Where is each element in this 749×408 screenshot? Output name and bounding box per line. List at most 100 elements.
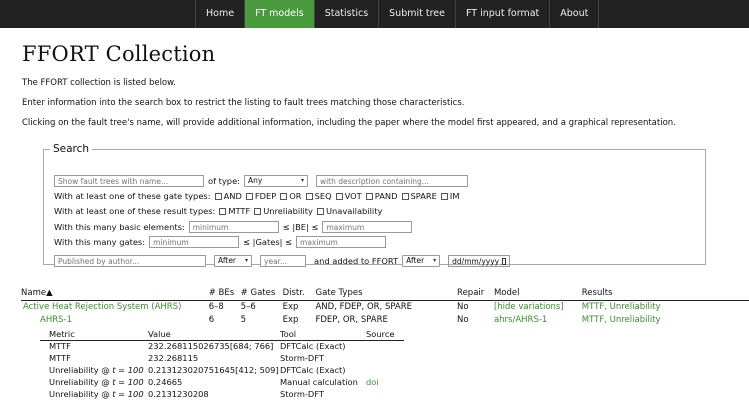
be-range-label: ≤ |BE| ≤ (282, 222, 319, 232)
gate-pand-label: PAND (374, 191, 398, 201)
detail-value-header: Value (148, 328, 280, 341)
source-cell (366, 352, 404, 364)
added-after-select[interactable]: After ▾ (402, 255, 441, 267)
distr-cell: Exp (282, 301, 299, 312)
search-row-gate-types: With at least one of these gate types: A… (54, 191, 460, 201)
nav-submit-tree[interactable]: Submit tree (379, 0, 456, 28)
result-unreliability-checkbox[interactable] (254, 207, 262, 215)
gate-and-checkbox[interactable] (214, 192, 222, 200)
source-cell (366, 388, 404, 400)
fault-tree-name-link[interactable]: Active Heat Rejection System (AHRS) (23, 302, 181, 312)
table-row: MTTF 232.268115026735[684; 766] DFTCalc … (40, 340, 404, 352)
chevron-down-icon: ▾ (433, 257, 437, 264)
detail-source-header: Source (366, 328, 404, 341)
result-unavailability-checkbox[interactable] (316, 207, 324, 215)
value-cell: 0.213123020751645[412; 509] (148, 365, 279, 375)
table-row: Unreliability @ t = 100 0.24665 Manual c… (40, 376, 404, 388)
model-file-link[interactable]: ahrs/AHRS-1 (494, 315, 547, 325)
gate-im-checkbox[interactable] (440, 192, 448, 200)
added-date-input[interactable]: dd/mm/yyyy (448, 255, 511, 267)
value-cell: 232.268115 (148, 353, 199, 363)
gate-fdep-label: FDEP (254, 191, 277, 201)
tool-cell: DFTCalc (Exact) (280, 365, 346, 375)
table-row: Unreliability @ t = 100 0.21312302075164… (40, 364, 404, 376)
metric-cell: MTTF (49, 353, 71, 363)
detail-metric-header: Metric (40, 328, 148, 341)
doi-link[interactable]: doi (366, 377, 379, 387)
table-row: AHRS-1 6 5 Exp FDEP, OR, SPARE No ahrs/A… (21, 313, 749, 326)
col-model-header[interactable]: Model (493, 287, 582, 301)
gate-fdep-checkbox[interactable] (245, 192, 253, 200)
tool-cell: Storm-DFT (280, 353, 325, 363)
gate-seq-checkbox[interactable] (305, 192, 313, 200)
detail-header-row: Metric Value Tool Source (40, 328, 404, 341)
results-link[interactable]: MTTF, Unreliability (582, 315, 661, 325)
gate-or-label: OR (289, 191, 302, 201)
year-after-select[interactable]: After ▾ (214, 255, 252, 267)
hide-variations-link[interactable]: [hide variations] (494, 302, 564, 312)
metric-cell: Unreliability @ t = 100 (49, 377, 144, 387)
of-type-label: of type: (208, 176, 240, 186)
gates-count-label: With this many gates: (54, 237, 146, 247)
gate-vot-checkbox[interactable] (335, 192, 343, 200)
fault-tree-name-link[interactable]: AHRS-1 (40, 315, 72, 325)
be-min-input[interactable] (188, 221, 279, 233)
nav-about[interactable]: About (550, 0, 600, 28)
search-row-basic-elements: With this many basic elements: ≤ |BE| ≤ (54, 221, 413, 233)
name-search-input[interactable] (54, 175, 204, 187)
results-header-row: Name▲ # BEs # Gates Distr. Gate Types Re… (21, 287, 749, 301)
source-cell (366, 364, 404, 376)
top-navbar: Home FT models Statistics Submit tree FT… (0, 0, 749, 28)
gate-types-cell: FDEP, OR, SPARE (315, 314, 388, 325)
result-mttf-checkbox[interactable] (219, 207, 227, 215)
col-results-header[interactable]: Results (581, 287, 749, 301)
table-row: MTTF 232.268115 Storm-DFT (40, 352, 404, 364)
nav-ft-models[interactable]: FT models (245, 0, 315, 28)
year-input[interactable] (260, 255, 306, 267)
gates-min-input[interactable] (149, 236, 240, 248)
intro-line-3: Clicking on the fault tree's name, will … (22, 118, 676, 128)
page-title: FFORT Collection (22, 42, 216, 66)
be-max-input[interactable] (322, 221, 413, 233)
value-cell: 232.268115026735[684; 766] (148, 341, 274, 352)
bes-cell: 6–8 (208, 301, 224, 312)
col-distr-header[interactable]: Distr. (282, 287, 316, 301)
description-search-input[interactable] (315, 175, 468, 187)
gate-pand-checkbox[interactable] (365, 192, 373, 200)
nav-list: Home FT models Statistics Submit tree FT… (195, 0, 600, 28)
results-detail-table: Metric Value Tool Source MTTF 232.268115… (40, 328, 404, 400)
type-select[interactable]: Any ▾ (243, 175, 308, 187)
gates-max-input[interactable] (296, 236, 387, 248)
tool-cell: DFTCalc (Exact) (280, 341, 346, 352)
author-search-input[interactable] (54, 255, 206, 267)
chevron-down-icon: ▾ (244, 257, 248, 264)
results-link[interactable]: MTTF, Unreliability (582, 302, 661, 312)
result-unreliability-label: Unreliability (263, 206, 313, 216)
result-types-label: With at least one of these result types: (54, 206, 216, 216)
search-row-author: After▾ and added to FFORT After▾ dd/mm/y… (54, 255, 511, 267)
value-cell: 0.2131230208 (148, 389, 209, 399)
col-gate-types-header[interactable]: Gate Types (315, 287, 458, 301)
table-row: Unreliability @ t = 100 0.2131230208 Sto… (40, 388, 404, 400)
col-gates-header[interactable]: # Gates (240, 287, 283, 301)
tool-cell: Storm-DFT (280, 389, 325, 399)
intro-line-2: Enter information into the search box to… (22, 98, 465, 108)
gate-or-checkbox[interactable] (280, 192, 288, 200)
col-name-header[interactable]: Name▲ (21, 287, 209, 301)
gate-spare-checkbox[interactable] (401, 192, 409, 200)
nav-home[interactable]: Home (196, 0, 246, 28)
search-legend: Search (53, 143, 90, 155)
detail-tool-header: Tool (280, 328, 366, 341)
results-table: Name▲ # BEs # Gates Distr. Gate Types Re… (21, 287, 749, 326)
added-to-ffort-label: and added to FFORT (314, 256, 399, 266)
nav-ft-input-format[interactable]: FT input format (456, 0, 551, 28)
tool-cell: Manual calculation (280, 377, 358, 387)
col-bes-header[interactable]: # BEs (208, 287, 241, 301)
chevron-down-icon: ▾ (300, 177, 304, 184)
col-repair-header[interactable]: Repair (457, 287, 494, 301)
gate-vot-label: VOT (344, 191, 362, 201)
nav-statistics[interactable]: Statistics (315, 0, 380, 28)
metric-cell: MTTF (49, 341, 71, 352)
gate-im-label: IM (449, 191, 460, 201)
search-row-gates: With this many gates: ≤ |Gates| ≤ (54, 236, 387, 248)
